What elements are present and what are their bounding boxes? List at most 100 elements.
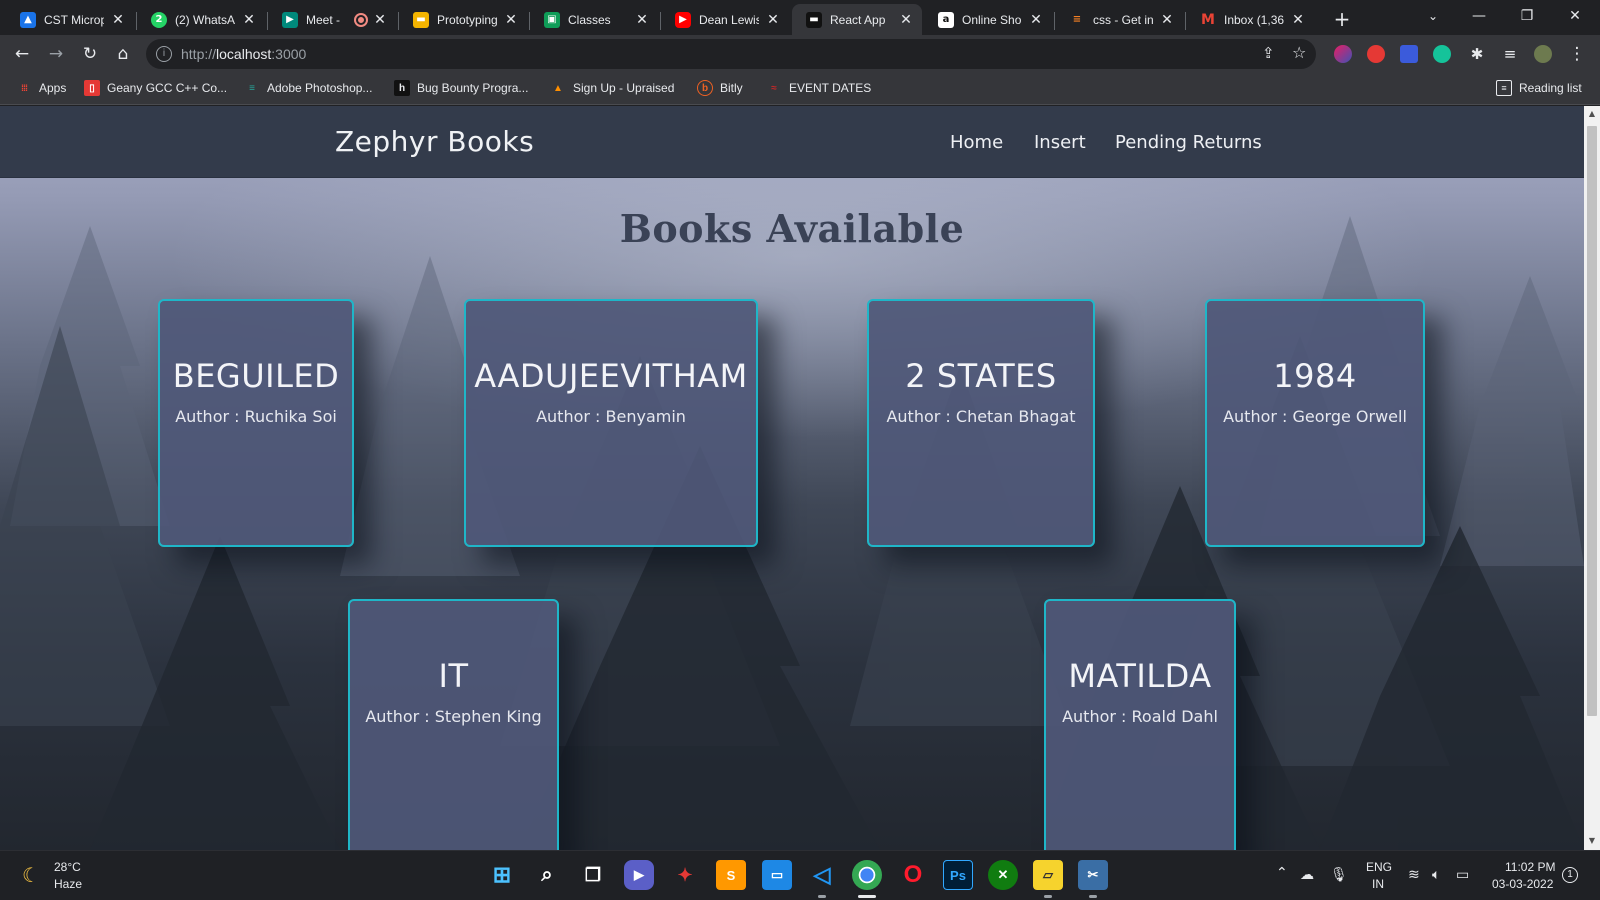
bookmark-photoshop[interactable]: ≡ Adobe Photoshop... — [244, 80, 372, 96]
tab-strip: ▲ CST Microp ✕ 2 (2) WhatsAp ✕ ▶ Meet - … — [0, 0, 1600, 35]
game-app-icon[interactable]: ✦ — [670, 860, 700, 890]
tray-chevron-icon[interactable]: ⌃ — [1276, 865, 1288, 881]
book-author: Author : Chetan Bhagat — [886, 407, 1076, 426]
extension-adblock-icon[interactable] — [1367, 45, 1385, 63]
teams-chat-icon[interactable]: ▶ — [624, 860, 654, 890]
volume-icon[interactable]: 🔈︎ — [1432, 867, 1440, 883]
minimize-icon[interactable]: — — [1456, 0, 1502, 32]
site-info-icon[interactable]: i — [156, 46, 172, 62]
weather-temp[interactable]: 28°C — [54, 860, 81, 874]
close-tab-icon[interactable]: ✕ — [765, 12, 781, 28]
weather-desc[interactable]: Haze — [54, 877, 82, 891]
book-author: Author : George Orwell — [1223, 407, 1407, 426]
bookmark-apps[interactable]: ⁞⁞⁞ Apps — [16, 80, 66, 96]
scroll-thumb[interactable] — [1587, 126, 1597, 716]
onedrive-icon[interactable]: ☁ — [1300, 867, 1314, 883]
scroll-up-icon[interactable]: ▲ — [1587, 109, 1597, 119]
tab-search-icon[interactable]: ⌄ — [1410, 0, 1456, 32]
extension-drop-icon[interactable] — [1334, 45, 1352, 63]
nav-insert[interactable]: Insert — [1034, 132, 1086, 153]
book-card[interactable]: AADUJEEVITHAM Author : Benyamin — [464, 299, 758, 547]
opera-icon[interactable]: O — [898, 860, 928, 890]
tab-react-app[interactable]: ▬ React App ✕ — [792, 4, 922, 35]
address-bar[interactable]: i http://localhost:3000 ⇪ ☆ — [146, 39, 1316, 69]
snipping-tool-icon[interactable]: ✂ — [1078, 860, 1108, 890]
book-card[interactable]: IT Author : Stephen King — [348, 599, 559, 850]
xbox-icon[interactable]: ✕ — [988, 860, 1018, 890]
new-tab-icon[interactable]: + — [1330, 7, 1354, 31]
task-view-icon[interactable]: ❐ — [578, 860, 608, 890]
book-card[interactable]: BEGUILED Author : Ruchika Soi — [158, 299, 354, 547]
windows-start-icon[interactable]: ⊞ — [487, 860, 517, 890]
brand-logo[interactable]: Zephyr Books — [335, 125, 534, 158]
book-card[interactable]: 1984 Author : George Orwell — [1205, 299, 1425, 547]
restore-icon[interactable]: ❐ — [1504, 0, 1550, 32]
tab-dean-lewis[interactable]: ▶ Dean Lewis ✕ — [661, 4, 789, 35]
close-tab-icon[interactable]: ✕ — [1028, 12, 1044, 28]
language-region[interactable]: IN — [1372, 877, 1384, 891]
extensions-puzzle-icon[interactable]: ✱ — [1464, 41, 1490, 67]
wifi-icon[interactable]: ≋ — [1408, 867, 1420, 883]
extension-bolt-icon[interactable] — [1400, 45, 1418, 63]
close-tab-icon[interactable]: ✕ — [241, 12, 257, 28]
youtube-icon: ▶ — [675, 11, 691, 28]
tab-prototyping[interactable]: ▬ Prototyping ✕ — [399, 4, 527, 35]
language-indicator[interactable]: ENG — [1366, 860, 1392, 874]
home-icon[interactable]: ⌂ — [110, 41, 136, 67]
close-tab-icon[interactable]: ✕ — [634, 12, 650, 28]
bookmark-bug-bounty[interactable]: h Bug Bounty Progra... — [394, 80, 528, 96]
book-card[interactable]: 2 STATES Author : Chetan Bhagat — [867, 299, 1095, 547]
weather-moon-icon[interactable]: ☾ — [22, 863, 40, 887]
close-tab-icon[interactable]: ✕ — [372, 12, 388, 28]
forward-icon[interactable]: → — [43, 41, 69, 67]
page-scrollbar[interactable]: ▲ ▼ — [1584, 106, 1600, 850]
media-control-icon[interactable]: ≡ — [1497, 41, 1523, 67]
bookmark-geany[interactable]: ▯ Geany GCC C++ Co... — [84, 80, 227, 96]
tab-online-shop[interactable]: a Online Shop ✕ — [924, 4, 1052, 35]
bookmark-bitly[interactable]: b Bitly — [697, 80, 743, 96]
book-card[interactable]: MATILDA Author : Roald Dahl — [1044, 599, 1236, 850]
close-tab-icon[interactable]: ✕ — [898, 12, 914, 28]
sublime-icon[interactable]: S — [716, 860, 746, 890]
notification-badge[interactable]: 1 — [1562, 867, 1578, 883]
reload-icon[interactable]: ↻ — [77, 41, 103, 67]
hackerone-icon: h — [394, 80, 410, 96]
extension-grammarly-icon[interactable] — [1433, 45, 1451, 63]
sticky-notes-icon[interactable]: ▱ — [1033, 860, 1063, 890]
clock-date[interactable]: 03-03-2022 — [1492, 877, 1553, 891]
react-app-icon: ▬ — [806, 11, 822, 28]
microphone-icon[interactable]: 🎙︎ — [1330, 867, 1348, 883]
back-icon[interactable]: ← — [9, 41, 35, 67]
share-icon[interactable]: ⇪ — [1262, 44, 1275, 62]
bookmark-event-dates[interactable]: ≈ EVENT DATES — [766, 80, 871, 96]
tab-inbox[interactable]: M Inbox (1,36 ✕ — [1186, 4, 1314, 35]
close-tab-icon[interactable]: ✕ — [1159, 12, 1175, 28]
tab-whatsapp[interactable]: 2 (2) WhatsAp ✕ — [137, 4, 265, 35]
close-tab-icon[interactable]: ✕ — [503, 12, 519, 28]
book-title: AADUJEEVITHAM — [474, 357, 748, 395]
gmail-icon: M — [1201, 11, 1215, 28]
close-window-icon[interactable]: ✕ — [1552, 0, 1598, 32]
url-text[interactable]: http://localhost:3000 — [181, 46, 306, 62]
vscode-icon[interactable]: ◁ — [807, 860, 837, 890]
nav-pending-returns[interactable]: Pending Returns — [1115, 132, 1262, 153]
bookmark-upraised[interactable]: ▲ Sign Up - Upraised — [550, 80, 674, 96]
photoshop-icon[interactable]: Ps — [943, 860, 973, 890]
menu-dots-icon[interactable]: ⋮ — [1564, 41, 1590, 67]
avatar[interactable] — [1534, 45, 1552, 63]
tab-meet[interactable]: ▶ Meet - ✕ — [268, 4, 396, 35]
tab-css[interactable]: ≡ css - Get in ✕ — [1055, 4, 1183, 35]
bookmark-star-icon[interactable]: ☆ — [1292, 43, 1306, 62]
search-icon[interactable]: ⌕ — [532, 860, 562, 890]
nav-home[interactable]: Home — [950, 132, 1003, 153]
tab-cst-microp[interactable]: ▲ CST Microp ✕ — [6, 4, 134, 35]
tab-classes[interactable]: ▣ Classes ✕ — [530, 4, 658, 35]
chrome-icon[interactable] — [852, 860, 882, 890]
clock-time[interactable]: 11:02 PM — [1505, 860, 1555, 874]
close-tab-icon[interactable]: ✕ — [1290, 12, 1306, 28]
reading-list[interactable]: ≡ Reading list — [1496, 80, 1582, 96]
battery-icon[interactable]: ▭ — [1456, 867, 1469, 883]
desktop-app-icon[interactable]: ▭ — [762, 860, 792, 890]
close-tab-icon[interactable]: ✕ — [110, 12, 126, 28]
scroll-down-icon[interactable]: ▼ — [1587, 836, 1597, 846]
